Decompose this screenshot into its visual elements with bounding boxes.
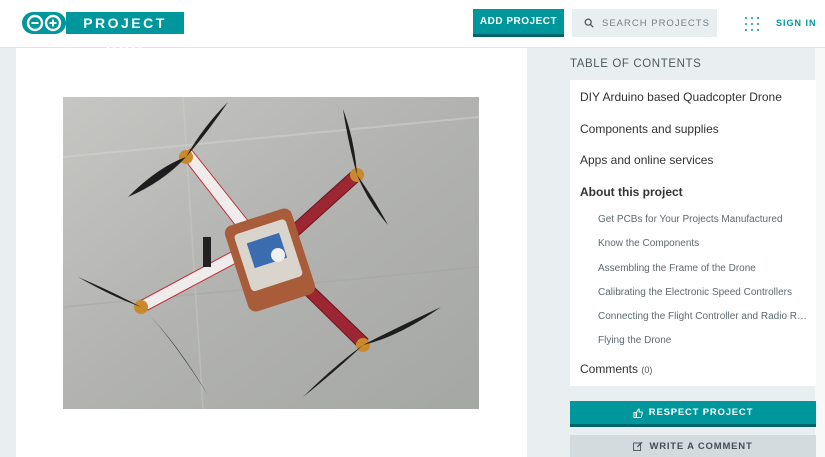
search-box[interactable] xyxy=(572,9,717,37)
write-comment-button[interactable]: WRITE A COMMENT xyxy=(570,435,816,457)
table-of-contents: DIY Arduino based Quadcopter Drone Compo… xyxy=(570,80,816,386)
search-input[interactable] xyxy=(602,17,717,29)
toc-item-title[interactable]: DIY Arduino based Quadcopter Drone xyxy=(580,90,782,104)
toc-item-comments[interactable]: Comments (0) xyxy=(580,362,652,376)
toc-item-apps[interactable]: Apps and online services xyxy=(580,153,713,167)
arduino-logo-icon[interactable] xyxy=(22,12,66,34)
add-project-button[interactable]: ADD PROJECT xyxy=(473,9,564,37)
sign-in-link[interactable]: SIGN IN xyxy=(776,18,817,28)
apps-grid-icon[interactable] xyxy=(745,17,759,31)
toc-title: TABLE OF CONTENTS xyxy=(570,58,702,70)
comments-count: (0) xyxy=(641,365,653,375)
toc-subitem-flight-controller[interactable]: Connecting the Flight Controller and Rad… xyxy=(598,311,810,322)
toc-item-components[interactable]: Components and supplies xyxy=(580,122,719,136)
toc-subitem-pcbs[interactable]: Get PCBs for Your Projects Manufactured xyxy=(598,214,810,225)
page-gutter xyxy=(815,48,825,457)
toc-subitem-frame[interactable]: Assembling the Frame of the Drone xyxy=(598,263,810,274)
toc-item-about[interactable]: About this project xyxy=(580,185,683,199)
edit-icon xyxy=(633,441,643,451)
respect-project-button[interactable]: RESPECT PROJECT xyxy=(570,401,816,427)
toc-subitem-esc[interactable]: Calibrating the Electronic Speed Control… xyxy=(598,287,810,298)
top-navigation-bar: PROJECT HUB ADD PROJECT SIGN IN xyxy=(0,0,825,53)
project-hub-brand[interactable]: PROJECT HUB xyxy=(66,12,184,53)
search-icon xyxy=(584,18,594,28)
quadcopter-drone-photo xyxy=(63,97,479,409)
respect-project-label: RESPECT PROJECT xyxy=(648,407,754,418)
toc-subitem-components[interactable]: Know the Components xyxy=(598,238,810,249)
toc-subitem-flying[interactable]: Flying the Drone xyxy=(598,335,810,346)
comments-label: Comments xyxy=(580,362,639,376)
write-comment-label: WRITE A COMMENT xyxy=(649,440,753,452)
thumbs-up-icon xyxy=(633,408,643,418)
